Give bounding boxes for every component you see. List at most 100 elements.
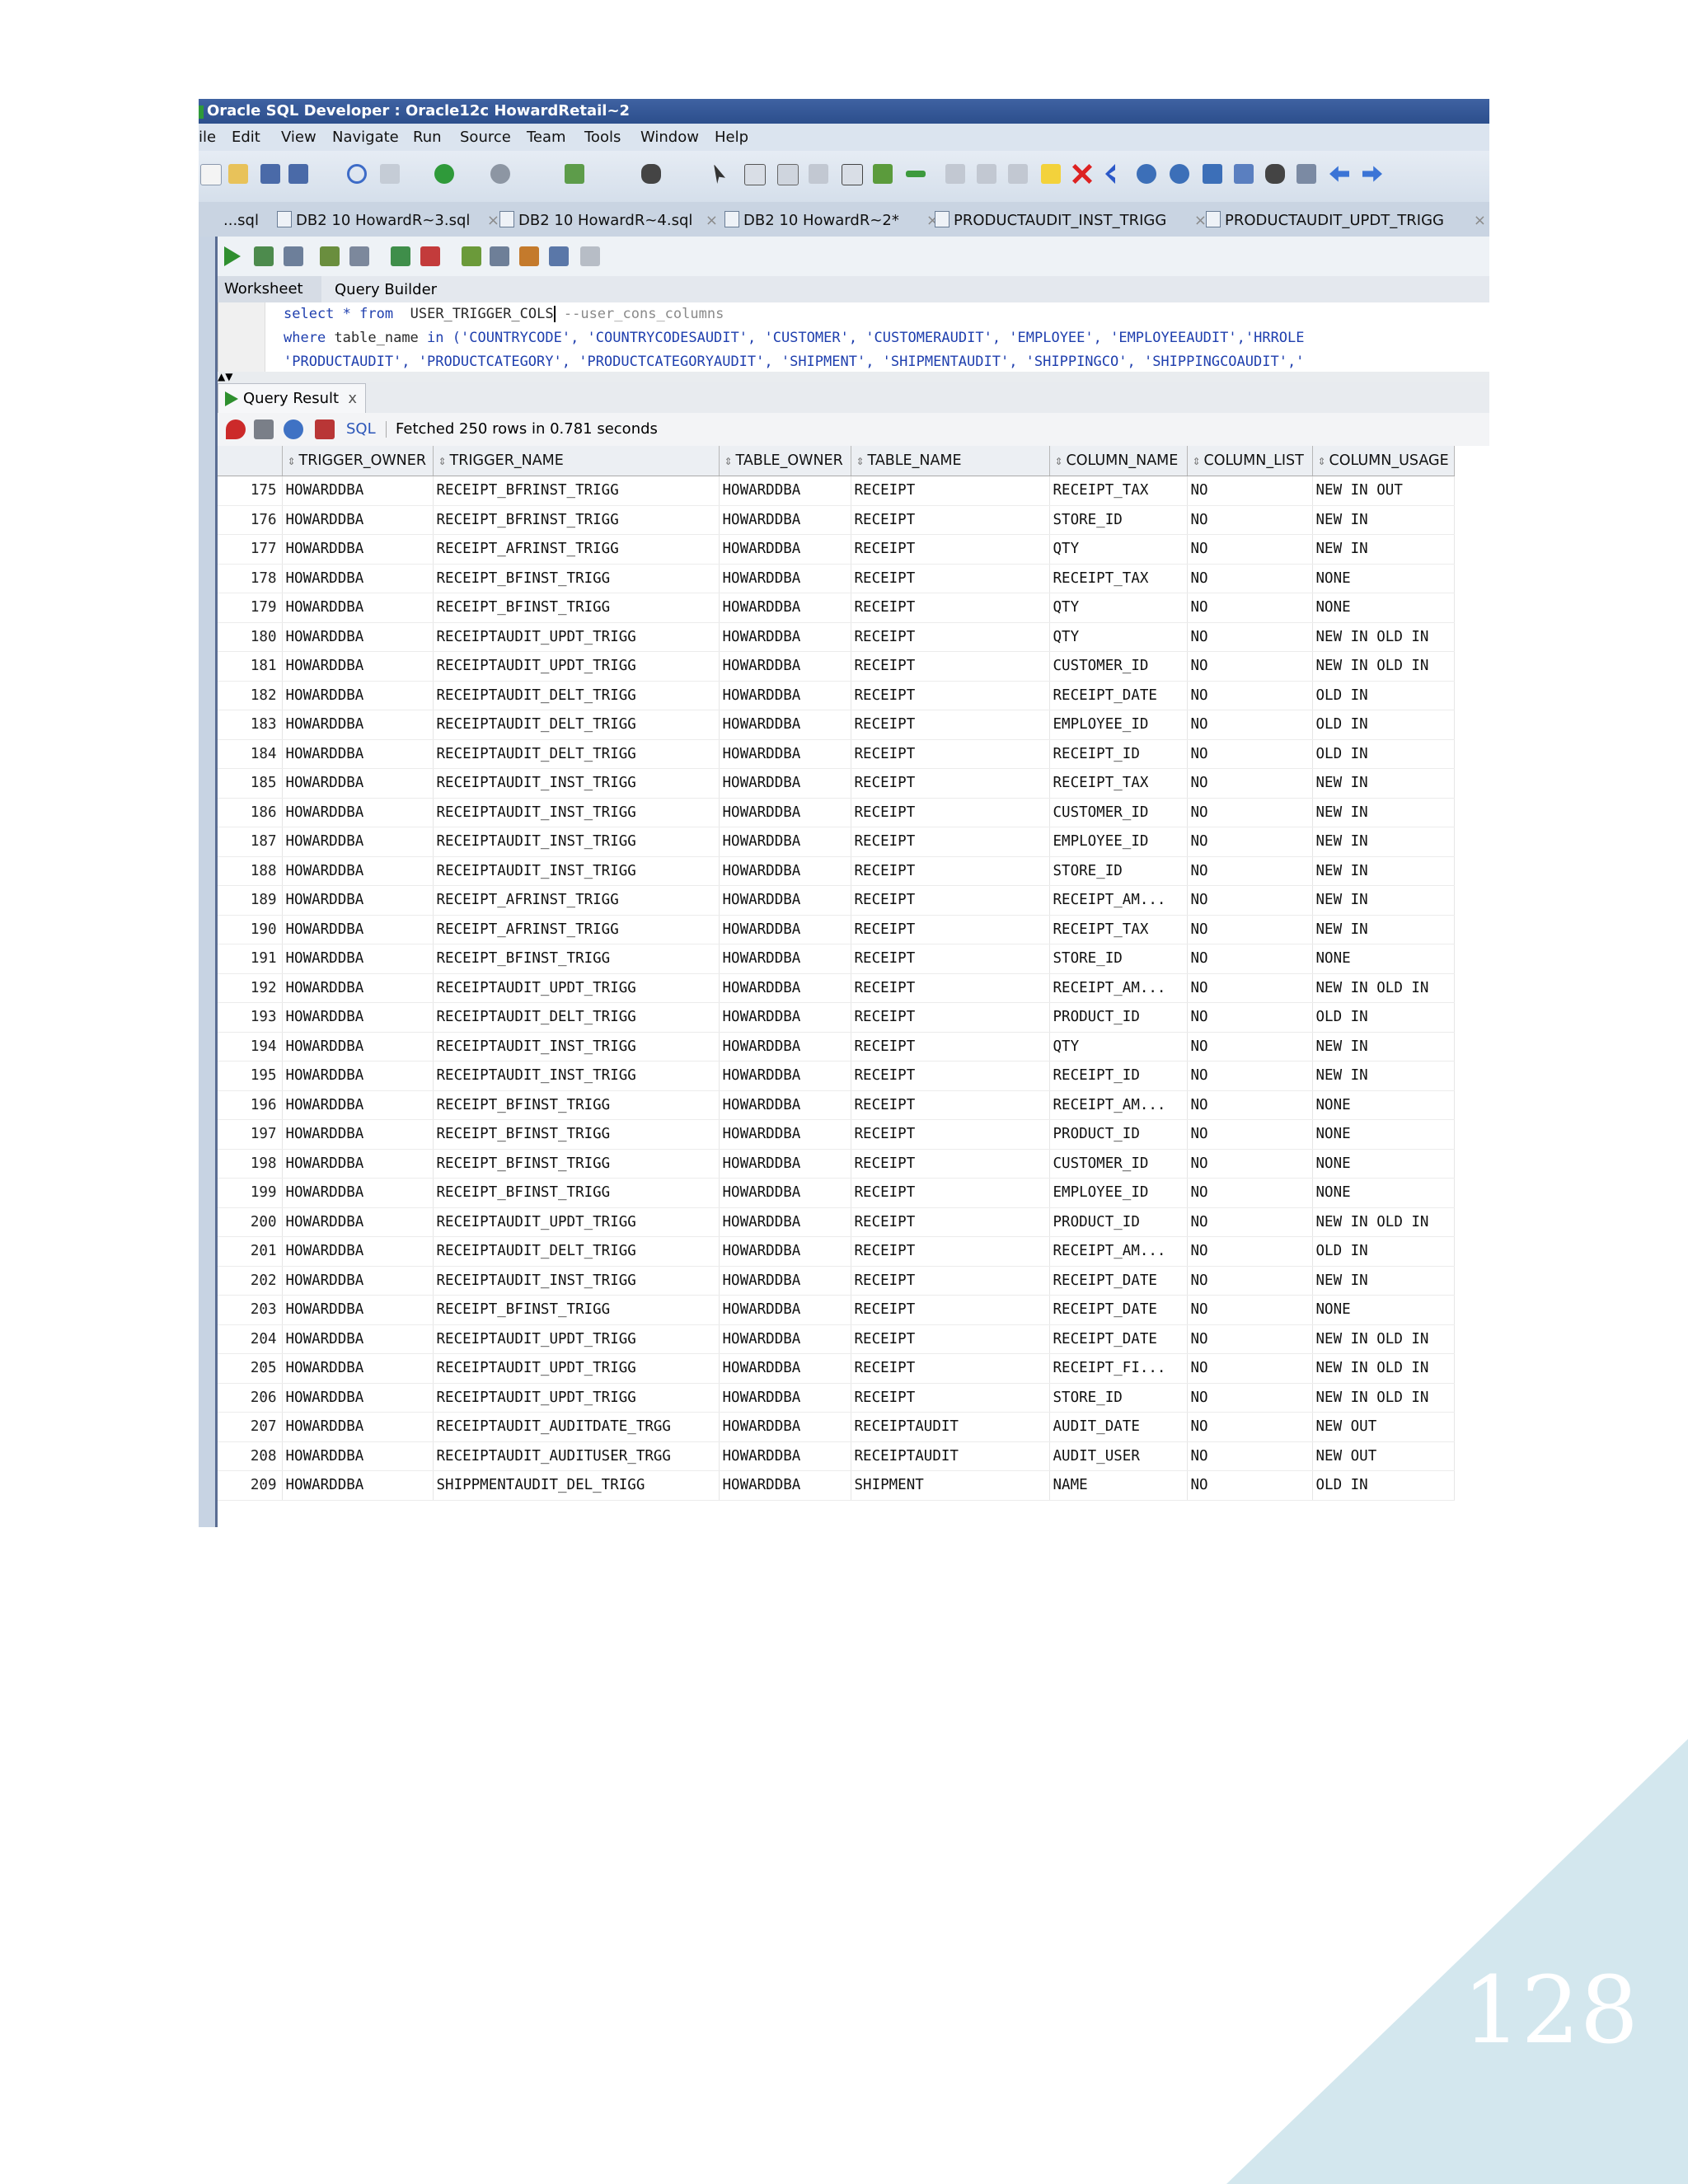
table-cell[interactable]: HOWARDDBA [719, 739, 851, 769]
close-icon[interactable]: × [1474, 208, 1486, 234]
table-cell[interactable]: NEW IN [1312, 768, 1455, 799]
table-cell[interactable]: NEW IN OLD IN [1312, 622, 1455, 652]
table-cell[interactable]: HOWARDDBA [282, 739, 434, 769]
menu-run[interactable]: Run [413, 124, 442, 151]
pin-icon[interactable] [226, 419, 246, 439]
commit-icon[interactable] [391, 246, 410, 266]
table-cell[interactable]: CUSTOMER_ID [1049, 798, 1188, 827]
table-cell[interactable]: HOWARDDBA [282, 564, 434, 593]
table-cell[interactable]: HOWARDDBA [282, 915, 434, 944]
table-cell[interactable]: QTY [1049, 622, 1188, 652]
table-cell[interactable]: RECEIPT_DATE [1049, 681, 1188, 710]
side-panel-strip[interactable] [199, 237, 218, 1527]
table-cell[interactable]: RECEIPTAUDIT_INST_TRIGG [433, 768, 720, 799]
table-cell[interactable]: NO [1187, 1061, 1313, 1091]
tab-query-builder[interactable]: Query Builder [335, 276, 437, 304]
table-cell[interactable]: RECEIPT_ID [1049, 1061, 1188, 1091]
table-cell[interactable]: RECEIPT [851, 944, 1050, 974]
table-cell[interactable]: NEW IN OLD IN [1312, 1383, 1455, 1413]
table-row[interactable]: 183 HOWARDDBA RECEIPTAUDIT_DELT_TRIGG HOWAR… [218, 710, 1455, 740]
table-cell[interactable]: HOWARDDBA [282, 622, 434, 652]
table-cell[interactable]: HOWARDDBA [719, 827, 851, 857]
table-cell[interactable]: QTY [1049, 1032, 1188, 1062]
table-cell[interactable]: HOWARDDBA [719, 856, 851, 886]
table-cell[interactable]: HOWARDDBA [719, 768, 851, 799]
table-row[interactable]: 175 HOWARDDBA RECEIPT_BFRINST_TRIGG HOWARDD… [218, 476, 1455, 506]
bookmark-next-icon[interactable] [977, 164, 996, 184]
table-row[interactable]: 177 HOWARDDBA RECEIPT_AFRINST_TRIGG HOWARDD… [218, 534, 1455, 565]
table-row[interactable]: 208 HOWARDDBA RECEIPTAUDIT_AUDITUSER_TRGG H… [218, 1441, 1455, 1471]
table-cell[interactable]: HOWARDDBA [282, 593, 434, 623]
table-cell[interactable]: RECEIPT_AFRINST_TRIGG [433, 915, 720, 944]
table-cell[interactable]: PRODUCT_ID [1049, 1119, 1188, 1150]
table-cell[interactable]: NO [1187, 651, 1313, 682]
table-cell[interactable]: RECEIPT [851, 1266, 1050, 1296]
table-cell[interactable]: NO [1187, 944, 1313, 974]
forward-nav-icon[interactable] [490, 164, 510, 184]
table-cell[interactable]: SHIPPMENTAUDIT_DEL_TRIGG [433, 1470, 720, 1501]
table-row[interactable]: 181 HOWARDDBA RECEIPTAUDIT_UPDT_TRIGG HOWAR… [218, 651, 1455, 682]
table-cell[interactable]: NO [1187, 1324, 1313, 1354]
table-cell[interactable]: HOWARDDBA [282, 1470, 434, 1501]
table-cell[interactable]: RECEIPTAUDIT_INST_TRIGG [433, 1032, 720, 1062]
table-cell[interactable]: NONE [1312, 944, 1455, 974]
menu-help[interactable]: Help [715, 124, 748, 151]
open-folder-icon[interactable] [228, 164, 248, 184]
table-cell[interactable]: HOWARDDBA [719, 593, 851, 623]
sql-tuning-icon[interactable] [349, 246, 369, 266]
table-cell[interactable]: HOWARDDBA [719, 944, 851, 974]
editor-tab-sql[interactable]: ...sql [223, 208, 273, 234]
print-icon[interactable] [254, 419, 274, 439]
table-cell[interactable]: NEW IN OUT [1312, 476, 1455, 506]
unshared-sql-icon[interactable] [462, 246, 481, 266]
column-header[interactable]: ⇕ COLUMN_NAME [1049, 446, 1188, 476]
table-cell[interactable]: NEW IN [1312, 798, 1455, 827]
table-cell[interactable]: QTY [1049, 593, 1188, 623]
table-cell[interactable]: NEW IN OLD IN [1312, 973, 1455, 1003]
table-cell[interactable]: HOWARDDBA [282, 505, 434, 535]
table-cell[interactable]: OLD IN [1312, 739, 1455, 769]
table-row[interactable]: 178 HOWARDDBA RECEIPT_BFINST_TRIGG HOWARDDB… [218, 564, 1455, 593]
table-cell[interactable]: HOWARDDBA [282, 1061, 434, 1091]
table-row[interactable]: 184 HOWARDDBA RECEIPTAUDIT_DELT_TRIGG HOWAR… [218, 739, 1455, 769]
cancel-icon[interactable] [315, 419, 335, 439]
export-icon[interactable] [873, 164, 893, 184]
table-cell[interactable]: RECEIPT [851, 1295, 1050, 1325]
table-cell[interactable]: NO [1187, 534, 1313, 565]
table-cell[interactable]: HOWARDDBA [719, 564, 851, 593]
column-header[interactable]: ⇕ TRIGGER_NAME [433, 446, 720, 476]
table-row[interactable]: 182 HOWARDDBA RECEIPTAUDIT_DELT_TRIGG HOWAR… [218, 681, 1455, 710]
close-icon[interactable]: x [348, 384, 357, 414]
table-cell[interactable]: HOWARDDBA [282, 1119, 434, 1150]
editor-tab-howardr3[interactable]: DB2 10 HowardR~3.sql × [277, 208, 499, 234]
table-cell[interactable]: HOWARDDBA [719, 1412, 851, 1442]
table-cell[interactable]: RECEIPT_AFRINST_TRIGG [433, 534, 720, 565]
table-cell[interactable]: NEW IN [1312, 856, 1455, 886]
table-cell[interactable]: RECEIPT [851, 856, 1050, 886]
table-row[interactable]: 191 HOWARDDBA RECEIPT_BFINST_TRIGG HOWARDDB… [218, 944, 1455, 974]
table-cell[interactable]: RECEIPT [851, 593, 1050, 623]
grid-icon[interactable] [744, 164, 766, 185]
table-cell[interactable]: HOWARDDBA [719, 1178, 851, 1208]
column-header[interactable]: ⇕ COLUMN_USAGE [1312, 446, 1455, 476]
table-cell[interactable]: NO [1187, 1383, 1313, 1413]
table-cell[interactable]: RECEIPT [851, 476, 1050, 506]
table-cell[interactable]: HOWARDDBA [719, 710, 851, 740]
save-all-icon[interactable] [288, 164, 308, 184]
table-cell[interactable]: RECEIPTAUDIT_DELT_TRIGG [433, 1002, 720, 1033]
table-cell[interactable]: NO [1187, 1032, 1313, 1062]
table-cell[interactable]: NEW IN [1312, 885, 1455, 916]
table-cell[interactable]: HOWARDDBA [719, 885, 851, 916]
table-cell[interactable]: HOWARDDBA [282, 1295, 434, 1325]
table-cell[interactable]: SHIPMENT [851, 1470, 1050, 1501]
table-cell[interactable]: RECEIPT_AFRINST_TRIGG [433, 885, 720, 916]
table-cell[interactable]: RECEIPTAUDIT_INST_TRIGG [433, 1266, 720, 1296]
table-cell[interactable]: NO [1187, 1090, 1313, 1120]
table-cell[interactable]: HOWARDDBA [719, 651, 851, 682]
table-cell[interactable]: NEW IN [1312, 1032, 1455, 1062]
table-cell[interactable]: NO [1187, 856, 1313, 886]
table-cell[interactable]: NO [1187, 622, 1313, 652]
table-row[interactable]: 192 HOWARDDBA RECEIPTAUDIT_UPDT_TRIGG HOWAR… [218, 973, 1455, 1003]
zoom-in-icon[interactable] [1137, 164, 1156, 184]
table-cell[interactable]: OLD IN [1312, 1236, 1455, 1267]
